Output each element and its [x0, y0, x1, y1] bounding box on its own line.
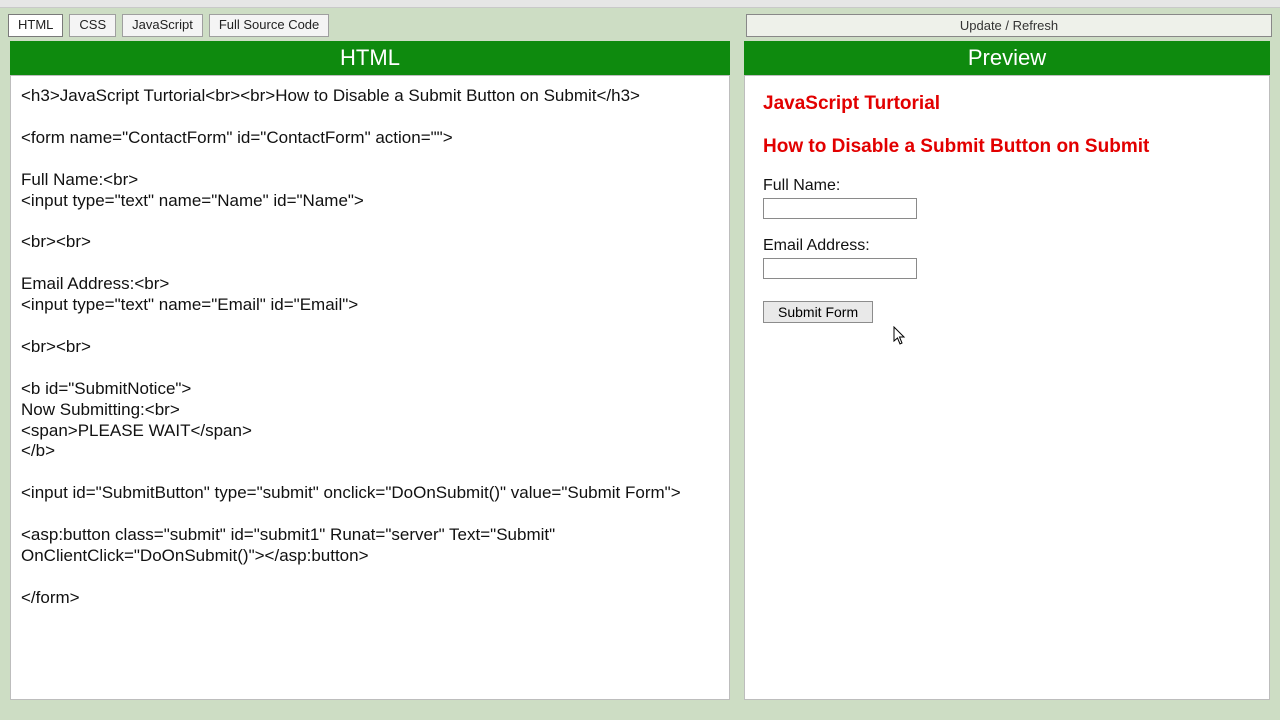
label-email: Email Address: — [763, 237, 1251, 255]
tab-row: HTML CSS JavaScript Full Source Code Upd… — [0, 8, 1280, 41]
update-refresh-button[interactable]: Update / Refresh — [746, 14, 1272, 37]
input-email[interactable] — [763, 258, 917, 279]
preview-panel-title: Preview — [744, 41, 1270, 75]
tab-full-source[interactable]: Full Source Code — [209, 14, 329, 37]
preview-viewport: JavaScript Turtorial How to Disable a Su… — [745, 76, 1269, 699]
html-source-editor[interactable]: <h3>JavaScript Turtorial<br><br>How to D… — [11, 76, 729, 699]
submit-form-button[interactable]: Submit Form — [763, 301, 873, 323]
preview-heading-line2: How to Disable a Submit Button on Submit — [763, 135, 1251, 160]
label-full-name: Full Name: — [763, 177, 1251, 195]
tab-javascript[interactable]: JavaScript — [122, 14, 203, 37]
input-full-name[interactable] — [763, 198, 917, 219]
tab-css[interactable]: CSS — [69, 14, 116, 37]
html-panel: HTML <h3>JavaScript Turtorial<br><br>How… — [10, 41, 730, 700]
top-toolbar-sliver — [0, 0, 1280, 8]
cursor-icon — [893, 326, 907, 346]
preview-heading: JavaScript Turtorial How to Disable a Su… — [763, 92, 1251, 159]
preview-panel: Preview JavaScript Turtorial How to Disa… — [744, 41, 1270, 700]
preview-heading-line1: JavaScript Turtorial — [763, 93, 940, 114]
html-panel-title: HTML — [10, 41, 730, 75]
tab-html[interactable]: HTML — [8, 14, 63, 37]
